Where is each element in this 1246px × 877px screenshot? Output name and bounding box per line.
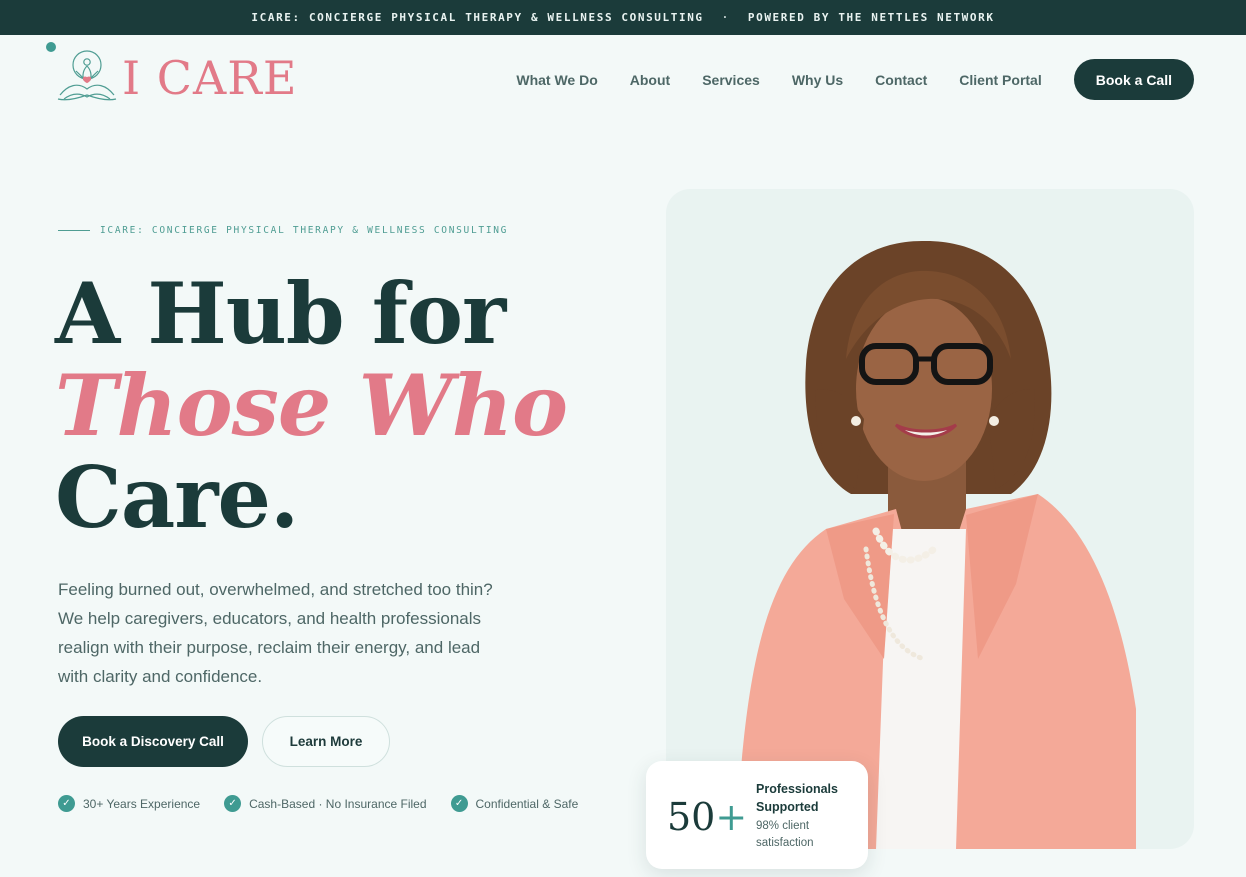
check-icon: ✓ bbox=[224, 795, 242, 812]
eyebrow-line bbox=[58, 230, 90, 231]
stat-suffix: + bbox=[715, 795, 748, 839]
badge-label: 30+ Years Experience bbox=[83, 796, 201, 811]
stat-number: 50+ bbox=[667, 795, 748, 839]
book-a-call-button[interactable]: Book a Call bbox=[1073, 59, 1194, 100]
announcement-left: ICARE: CONCIERGE PHYSICAL THERAPY & WELL… bbox=[251, 11, 704, 24]
announcement-right: POWERED BY THE NETTLES NETWORK bbox=[747, 11, 995, 24]
stat-title: Professionals Supported bbox=[756, 782, 838, 814]
badge-label: Confidential & Safe bbox=[475, 796, 579, 811]
learn-more-button[interactable]: Learn More bbox=[262, 716, 390, 767]
nav-contact[interactable]: Contact bbox=[875, 72, 927, 88]
headline-line-3: Care. bbox=[55, 448, 299, 547]
stat-subtitle: 98% client satisfaction bbox=[756, 820, 814, 849]
check-icon: ✓ bbox=[450, 795, 468, 812]
decorative-dot bbox=[46, 42, 56, 52]
badge-experience: ✓ 30+ Years Experience bbox=[58, 795, 200, 812]
portrait-photo bbox=[736, 240, 1136, 849]
stat-card: 50+ Professionals Supported 98% client s… bbox=[646, 761, 868, 869]
book-discovery-call-button[interactable]: Book a Discovery Call bbox=[58, 716, 248, 767]
hero-description: Feeling burned out, overwhelmed, and str… bbox=[58, 580, 493, 686]
headline-accent: Those Who bbox=[55, 356, 568, 455]
main-navigation: What We Do About Services Why Us Contact… bbox=[516, 59, 1194, 100]
check-icon: ✓ bbox=[58, 795, 75, 812]
nav-what-we-do[interactable]: What We Do bbox=[516, 72, 597, 88]
headline-line-1: A Hub for bbox=[55, 264, 506, 363]
announcement-bar: ICARE: CONCIERGE PHYSICAL THERAPY & WELL… bbox=[0, 0, 1246, 35]
trust-badges: ✓ 30+ Years Experience ✓ Cash-Based · No… bbox=[58, 795, 602, 812]
badge-label: Cash-Based · No Insurance Filed bbox=[249, 796, 427, 811]
nav-why-us[interactable]: Why Us bbox=[792, 72, 843, 88]
announcement-separator: · bbox=[721, 11, 730, 24]
hero-eyebrow: ICARE: CONCIERGE PHYSICAL THERAPY & WELL… bbox=[58, 225, 508, 236]
hero-headline: A Hub for Those Who Care. bbox=[55, 264, 568, 547]
logo-wordmark: I CARE bbox=[122, 51, 298, 105]
badge-cash-based: ✓ Cash-Based · No Insurance Filed bbox=[224, 795, 427, 812]
site-logo[interactable]: I CARE bbox=[56, 49, 298, 108]
badge-confidential: ✓ Confidential & Safe bbox=[450, 795, 579, 812]
nav-services[interactable]: Services bbox=[702, 72, 760, 88]
meditating-figure-heart-icon bbox=[56, 49, 118, 108]
eyebrow-text: ICARE: CONCIERGE PHYSICAL THERAPY & WELL… bbox=[100, 225, 509, 236]
nav-about[interactable]: About bbox=[630, 72, 670, 88]
nav-client-portal[interactable]: Client Portal bbox=[959, 72, 1041, 88]
hero-image-card bbox=[666, 189, 1194, 849]
